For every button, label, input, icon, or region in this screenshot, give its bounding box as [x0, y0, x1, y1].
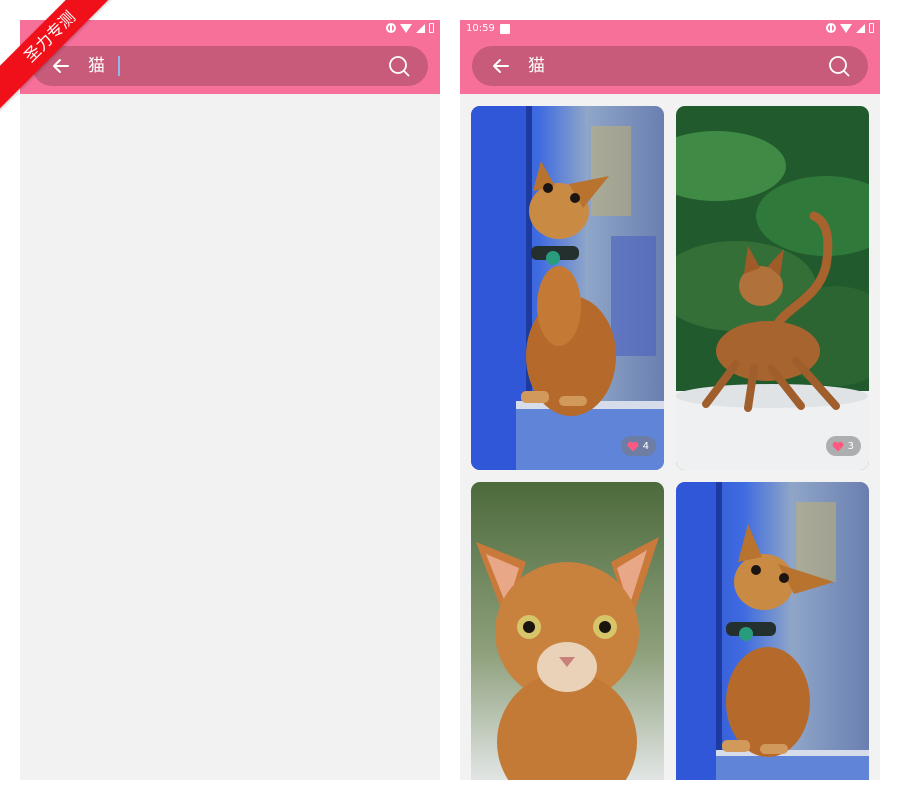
result-card[interactable]	[471, 482, 664, 780]
back-arrow-icon[interactable]	[52, 57, 70, 75]
result-card[interactable]: 4	[471, 106, 664, 470]
app-bar: 猫	[20, 20, 440, 94]
cat-photo-image	[676, 106, 869, 470]
app-bar: 10:59 猫	[460, 20, 880, 94]
vibrate-icon	[386, 23, 396, 33]
wifi-icon	[400, 23, 412, 33]
search-input[interactable]: 猫	[528, 55, 545, 77]
cat-photo-image	[471, 482, 664, 780]
status-bar: 10:59	[460, 20, 880, 38]
search-icon[interactable]	[828, 55, 850, 77]
search-input[interactable]: 猫	[88, 55, 105, 77]
search-results-screen: 10:59 猫 4 3	[460, 20, 880, 780]
search-icon[interactable]	[388, 55, 410, 77]
search-bar[interactable]: 猫	[32, 46, 428, 86]
notification-icon	[500, 24, 510, 34]
vibrate-icon	[826, 23, 836, 33]
cat-photo-image	[676, 482, 869, 780]
like-count: 4	[642, 440, 649, 452]
result-card[interactable]	[676, 482, 869, 780]
signal-icon	[416, 23, 425, 33]
wifi-icon	[840, 23, 852, 33]
signal-icon	[856, 23, 865, 33]
battery-icon	[869, 23, 874, 33]
like-badge[interactable]: 3	[825, 436, 861, 456]
status-icons	[386, 23, 434, 33]
heart-icon	[627, 441, 639, 451]
text-cursor	[118, 56, 120, 76]
result-card[interactable]: 3	[676, 106, 869, 470]
heart-icon	[832, 441, 844, 451]
like-badge[interactable]: 4	[620, 436, 656, 456]
cat-photo-image	[471, 106, 664, 470]
search-bar[interactable]: 猫	[472, 46, 868, 86]
back-arrow-icon[interactable]	[492, 57, 510, 75]
battery-icon	[429, 23, 434, 33]
like-count: 3	[847, 440, 854, 452]
status-time: 10:59	[466, 23, 495, 34]
search-screen-empty: 猫	[20, 20, 440, 780]
status-icons	[826, 23, 874, 33]
